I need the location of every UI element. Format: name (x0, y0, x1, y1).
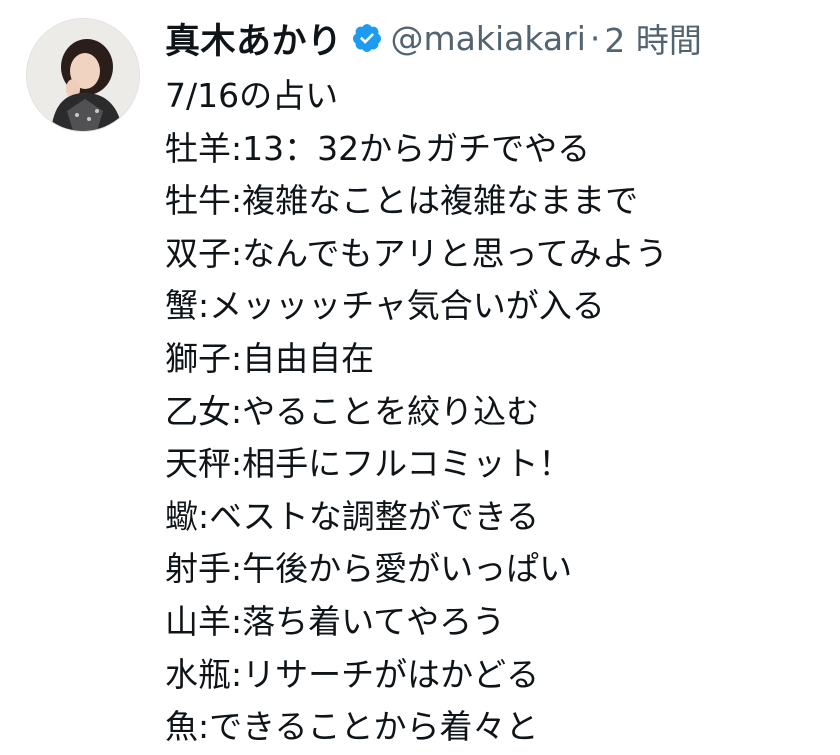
separator-dot: · (589, 18, 601, 58)
tweet-line-sagittarius: 射手:午後から愛がいっぱい (165, 549, 573, 589)
tweet-line-gemini: 双子:なんでもアリと思ってみよう (165, 233, 668, 273)
avatar[interactable] (26, 18, 140, 132)
verified-badge-icon (351, 22, 383, 54)
tweet-line-cancer: 蟹:メッッッチャ気合いが入る (165, 286, 605, 326)
tweet-line-taurus: 牡牛:複雑なことは複雑なままで (165, 181, 639, 221)
tweet-line-scorpio: 蠍:ベストな調整ができる (165, 496, 540, 536)
tweet-line-title: 7/16の占い (165, 76, 339, 115)
tweet-line-libra: 天秤:相手にフルコミット！ (165, 444, 572, 484)
tweet-line-aries: 牡羊:13：32からガチでやる (165, 128, 591, 168)
tweet-header: 真木あかり @makiakari · 2 時間 (165, 12, 702, 64)
tweet-line-leo: 獅子:自由自在 (165, 338, 375, 378)
timestamp[interactable]: 2 時間 (604, 14, 702, 62)
tweet-line-virgo: 乙女:やることを絞り込む (165, 391, 540, 431)
display-name[interactable]: 真木あかり (165, 13, 343, 64)
tweet: 真木あかり @makiakari · 2 時間 7/16の占い 牡羊:13：32… (0, 0, 840, 755)
tweet-text: 7/16の占い 牡羊:13：32からガチでやる 牡牛:複雑なことは複雑なままで … (165, 70, 825, 754)
handle[interactable]: @makiakari (391, 19, 586, 58)
tweet-line-aquarius: 水瓶:リサーチがはかどる (165, 654, 540, 694)
tweet-line-pisces: 魚:できることから着々と (165, 707, 539, 747)
tweet-line-capricorn: 山羊:落ち着いてやろう (165, 601, 506, 641)
